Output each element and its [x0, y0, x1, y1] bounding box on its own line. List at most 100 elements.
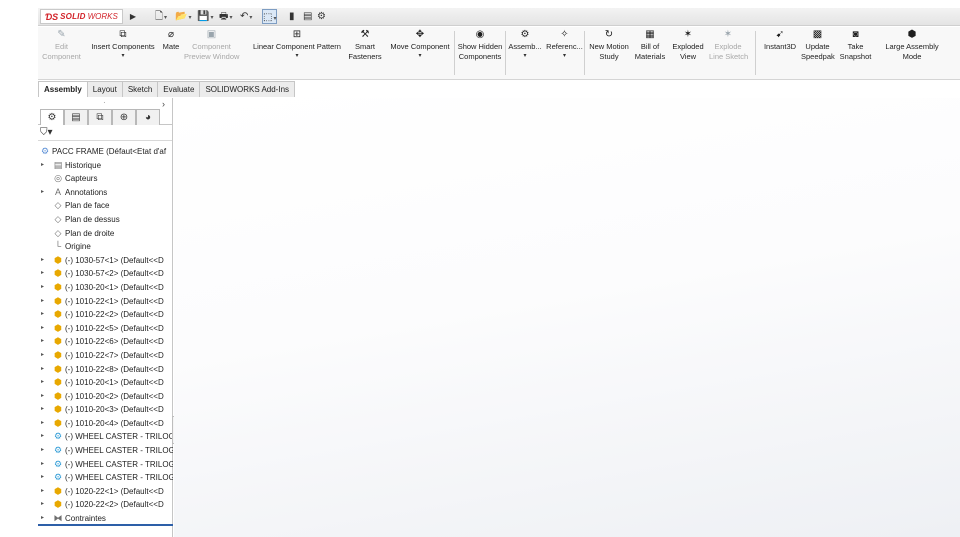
menu-expand-arrow[interactable]: ▶ [129, 10, 137, 24]
tree-item[interactable]: ▸ ⬢ (-) 1010-22<8> (Default<<D [38, 363, 173, 377]
insert-components-dropdown-arrow[interactable]: ▾ [87, 52, 159, 60]
tree-item[interactable]: ◇ Plan de dessus [38, 213, 173, 227]
update-speedpak-button[interactable]: ▩ Update Speedpak [801, 27, 835, 80]
update-speedpak-label: Update [805, 42, 830, 51]
configurationmanager-tab[interactable]: ⧉ [88, 109, 112, 125]
expand-arrow-icon[interactable]: ▸ [41, 308, 47, 322]
tree-item[interactable]: ▸ ⬢ (-) 1010-20<1> (Default<<D [38, 376, 173, 390]
file-properties-icon[interactable]: ▤ [303, 9, 312, 24]
tree-item[interactable]: ▸ ⬢ (-) 1030-20<1> (Default<<D [38, 281, 173, 295]
rebuild-icon[interactable]: ▮ [289, 9, 295, 24]
expand-arrow-icon[interactable]: ▸ [41, 349, 47, 363]
reference-geometry-button[interactable]: ✧ Referenc... ▾ [545, 27, 584, 80]
expand-arrow-icon[interactable]: ▸ [41, 376, 47, 390]
move-component-dropdown-arrow[interactable]: ▾ [384, 52, 456, 60]
assembly-features-button[interactable]: ⚙ Assemb... ▾ [506, 27, 544, 80]
explode-line-sketch-button[interactable]: ✶ Explode Line Sketch [709, 27, 748, 80]
insert-components-button[interactable]: ⧉ Insert Components ▾ [87, 27, 159, 80]
tree-item-label: (-) 1010-20<2> (Default<<D [65, 391, 164, 401]
tree-item[interactable]: ▸ ⬢ (-) 1030-57<1> (Default<<D [38, 254, 173, 268]
tree-item[interactable]: └ Origine [38, 240, 173, 254]
expand-arrow-icon[interactable]: ▸ [41, 458, 47, 472]
open-icon[interactable]: 📂▾ [175, 9, 191, 24]
tree-item[interactable]: ▸ ⬢ (-) 1020-22<2> (Default<<D [38, 498, 173, 512]
graphics-area[interactable] [174, 98, 960, 537]
tree-item[interactable]: ▸ ⬢ (-) 1010-22<2> (Default<<D [38, 308, 173, 322]
expand-arrow-icon[interactable]: ▸ [41, 471, 47, 485]
plane-icon: ◇ [54, 227, 62, 238]
panel-grip[interactable]: ⠂ [103, 100, 107, 107]
show-hidden-button[interactable]: ◉ Show Hidden Components [456, 27, 504, 80]
expand-arrow-icon[interactable]: ▸ [41, 254, 47, 268]
propertymanager-tab[interactable]: ▤ [64, 109, 88, 125]
expand-arrow-icon[interactable]: ▸ [41, 267, 47, 281]
tree-item[interactable]: ▸ ⚙ (-) WHEEL CASTER - TRILOG [38, 430, 173, 444]
expand-arrow-icon[interactable]: ▸ [41, 295, 47, 309]
linear-pattern-button[interactable]: ⊞ Linear Component Pattern ▾ [244, 27, 350, 80]
take-snapshot-button[interactable]: ◙ Take Snapshot [837, 27, 874, 80]
expand-arrow-icon[interactable]: ▸ [41, 335, 47, 349]
expand-arrow-icon[interactable]: ▸ [41, 390, 47, 404]
reference-geometry-dropdown-arrow[interactable]: ▾ [545, 52, 584, 60]
undo-icon[interactable]: ↶▾ [240, 9, 252, 24]
tree-item[interactable]: ▸ ⬢ (-) 1030-57<2> (Default<<D [38, 267, 173, 281]
tree-item[interactable]: ▸ ⬢ (-) 1010-20<4> (Default<<D [38, 417, 173, 431]
options-icon[interactable]: ⚙ [317, 9, 326, 24]
expand-arrow-icon[interactable]: ▸ [41, 281, 47, 295]
featuremanager-tab[interactable]: ⚙ [40, 109, 64, 125]
dimxpert-tab[interactable]: ⊕ [112, 109, 136, 125]
display-manager-tab[interactable]: ◕ [136, 109, 160, 125]
select-icon[interactable]: ⬚▾ [262, 9, 278, 24]
expand-arrow-icon[interactable]: ▸ [41, 485, 47, 499]
expand-arrow-icon[interactable]: ▸ [41, 159, 47, 173]
rollback-bar[interactable] [38, 524, 173, 526]
tree-item[interactable]: ▸ ⬢ (-) 1010-22<5> (Default<<D [38, 322, 173, 336]
tree-item[interactable]: ▸ ⬢ (-) 1010-20<3> (Default<<D [38, 403, 173, 417]
panel-tabs-more-arrow[interactable]: › [162, 99, 165, 109]
large-assembly-mode-button[interactable]: ⬢ Large Assembly Mode [876, 27, 948, 80]
tree-item[interactable]: ▸ ⬢ (-) 1010-22<7> (Default<<D [38, 349, 173, 363]
assembly-features-dropdown-arrow[interactable]: ▾ [506, 52, 544, 60]
tab-layout[interactable]: Layout [87, 81, 123, 97]
tree-item[interactable]: ▸ ⚙ (-) WHEEL CASTER - TRILOG [38, 444, 173, 458]
tab-evaluate[interactable]: Evaluate [158, 81, 201, 97]
print-icon[interactable]: 🖶▾ [219, 9, 232, 24]
tree-item[interactable]: ▸ ⚙ (-) WHEEL CASTER - TRILOG [38, 471, 173, 485]
linear-pattern-dropdown-arrow[interactable]: ▾ [244, 52, 350, 60]
tree-item[interactable]: ▸ ⬢ (-) 1020-22<1> (Default<<D [38, 485, 173, 499]
solidworks-logo[interactable]: ƊS SOLID WORKS [40, 9, 123, 24]
expand-arrow-icon[interactable]: ▸ [41, 444, 47, 458]
tree-item[interactable]: ⚙ PACC FRAME (Défaut<Etat d'af [38, 145, 173, 159]
expand-arrow-icon[interactable]: ▸ [41, 498, 47, 512]
tree-item[interactable]: ◇ Plan de face [38, 199, 173, 213]
tree-item[interactable]: ◇ Plan de droite [38, 227, 173, 241]
new-document-icon[interactable]: 🗋▾ [155, 9, 167, 24]
tree-item[interactable]: ▸ ⬢ (-) 1010-22<6> (Default<<D [38, 335, 173, 349]
component-preview-button[interactable]: ▣ Component Preview Window [184, 27, 239, 80]
exploded-view-button[interactable]: ✶ Exploded View [670, 27, 706, 80]
expand-arrow-icon[interactable]: ▸ [41, 430, 47, 444]
edit-component-button[interactable]: ✎ Edit Component [38, 27, 85, 80]
save-icon[interactable]: 💾▾ [197, 9, 213, 24]
expand-arrow-icon[interactable]: ▸ [41, 186, 47, 200]
bill-of-materials-button[interactable]: ▦ Bill of Materials [634, 27, 666, 80]
tab-sketch[interactable]: Sketch [122, 81, 159, 97]
smart-fasteners-button[interactable]: ⚒ Smart Fasteners [346, 27, 384, 80]
expand-arrow-icon[interactable]: ▸ [41, 403, 47, 417]
instant3d-button[interactable]: ➹ Instant3D [760, 27, 800, 80]
mate-button[interactable]: ⌀ Mate [160, 27, 182, 80]
expand-arrow-icon[interactable]: ▸ [41, 363, 47, 377]
new-motion-study-button[interactable]: ↻ New Motion Study [586, 27, 632, 80]
tree-item[interactable]: ◎ Capteurs [38, 172, 173, 186]
tree-item[interactable]: ▸ ▤ Historique [38, 159, 173, 173]
tree-item[interactable]: ▸ ⚙ (-) WHEEL CASTER - TRILOG [38, 458, 173, 472]
move-component-button[interactable]: ✥ Move Component ▾ [384, 27, 456, 80]
tree-item[interactable]: ▸ ⬢ (-) 1010-22<1> (Default<<D [38, 295, 173, 309]
tab-assembly[interactable]: Assembly [38, 81, 88, 97]
expand-arrow-icon[interactable]: ▸ [41, 322, 47, 336]
tree-item[interactable]: ▸ ⬢ (-) 1010-20<2> (Default<<D [38, 390, 173, 404]
tree-item[interactable]: ▸ A Annotations [38, 186, 173, 200]
filter-icon[interactable]: ⛉▾ [40, 127, 53, 138]
tab-solidworks-add-ins[interactable]: SOLIDWORKS Add-Ins [200, 81, 296, 97]
expand-arrow-icon[interactable]: ▸ [41, 417, 47, 431]
